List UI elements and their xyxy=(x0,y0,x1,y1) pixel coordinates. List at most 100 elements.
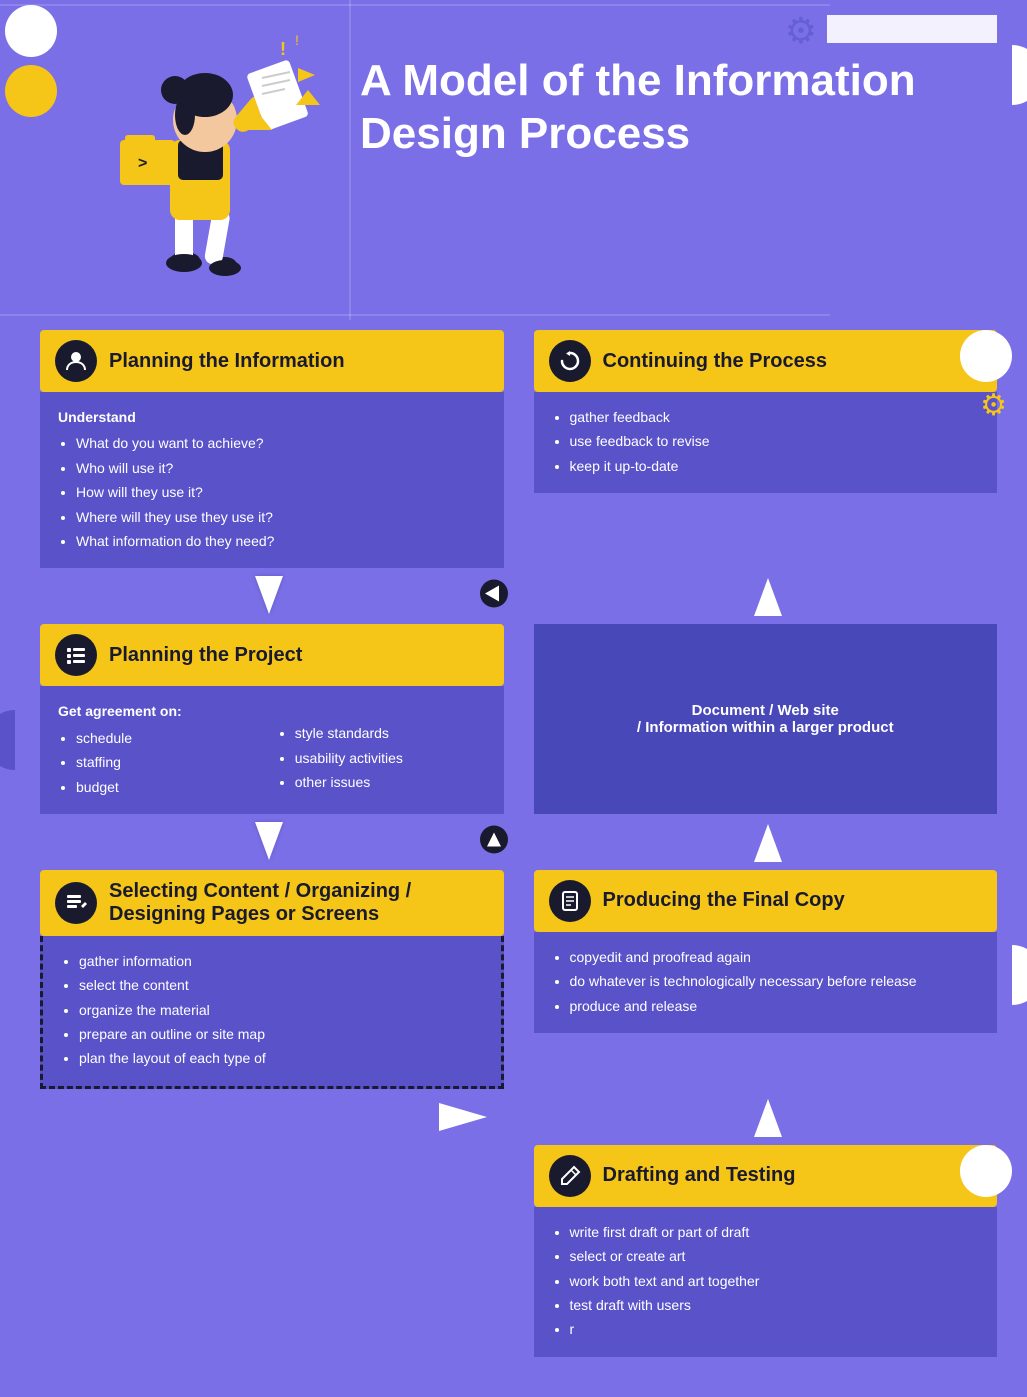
hero-illustration: > ! ! xyxy=(30,10,320,300)
deco-half-circle-right-bottom xyxy=(1012,945,1027,1005)
list-item: write first draft or part of draft xyxy=(570,1221,980,1243)
planning-project-title: Planning the Project xyxy=(109,644,302,667)
list-item: select or create art xyxy=(570,1245,980,1267)
producing-section: Producing the Final Copy copyedit and pr… xyxy=(534,870,998,1089)
continuing-list: gather feedback use feedback to revise k… xyxy=(570,406,980,477)
arrow-up-2 xyxy=(539,814,998,870)
project-col2: style standards usability activities oth… xyxy=(277,700,486,800)
planning-project-two-col: Get agreement on: schedule staffing budg… xyxy=(58,700,486,800)
list-item: produce and release xyxy=(570,995,980,1017)
drafting-section: Drafting and Testing write first draft o… xyxy=(534,1145,998,1357)
drafting-body: write first draft or part of draft selec… xyxy=(534,1207,998,1357)
list-item: r xyxy=(570,1318,980,1340)
row-3: Selecting Content / Organizing / Designi… xyxy=(40,870,997,1089)
arrow-up-3 xyxy=(539,1089,998,1145)
document-box: Document / Web site / Information within… xyxy=(534,624,998,814)
list-item: select the content xyxy=(79,974,483,996)
connector-row-3 xyxy=(40,1089,997,1145)
arrow-down-2 xyxy=(40,814,499,870)
svg-text:!: ! xyxy=(280,39,286,59)
planning-project-section: Planning the Project Get agreement on: s… xyxy=(40,624,504,814)
list-item: other issues xyxy=(295,771,486,793)
hero-title: A Model of the Information Design Proces… xyxy=(360,55,1027,161)
arrow-right-1 xyxy=(40,1089,499,1145)
drafting-header: Drafting and Testing xyxy=(534,1145,998,1207)
document-box-text: Document / Web site / Information within… xyxy=(637,702,894,736)
list-item: staffing xyxy=(76,751,267,773)
understand-label: Understand xyxy=(58,406,486,428)
continuing-body: gather feedback use feedback to revise k… xyxy=(534,392,998,493)
deco-half-circle-left xyxy=(0,710,15,770)
left-empty-4 xyxy=(40,1145,504,1357)
svg-text:>: > xyxy=(138,155,147,172)
drafting-title: Drafting and Testing xyxy=(603,1164,796,1187)
get-agreement-label: Get agreement on: xyxy=(58,700,267,722)
list-item: copyedit and proofread again xyxy=(570,946,980,968)
continuing-section: ⚙ Continuing the Process gather feedback… xyxy=(534,330,998,568)
dashed-mid-2 xyxy=(499,814,539,870)
list-item: gather feedback xyxy=(570,406,980,428)
planning-info-section: Planning the Information Understand What… xyxy=(40,330,504,568)
refresh-icon xyxy=(549,340,591,382)
list-item: What do you want to achieve? xyxy=(76,432,486,454)
person-icon xyxy=(55,340,97,382)
connector-mid-3 xyxy=(499,1089,539,1145)
list-item: What information do they need? xyxy=(76,530,486,552)
list-item: budget xyxy=(76,776,267,798)
list-item: test draft with users xyxy=(570,1294,980,1316)
connector-row-2 xyxy=(40,814,997,870)
planning-info-title: Planning the Information xyxy=(109,350,345,373)
gear-icon-top: ⚙ xyxy=(785,10,817,52)
deco-circle-white-continuing xyxy=(960,330,1012,382)
list-item: gather information xyxy=(79,950,483,972)
arrow-down-1 xyxy=(40,568,499,624)
producing-list: copyedit and proofread again do whatever… xyxy=(570,946,980,1017)
dashed-mid-1 xyxy=(499,568,539,624)
selecting-body: gather information select the content or… xyxy=(40,936,504,1089)
list-item: usability activities xyxy=(295,747,486,769)
svg-text:!: ! xyxy=(295,32,299,48)
planning-project-body: Get agreement on: schedule staffing budg… xyxy=(40,686,504,814)
deco-white-bar xyxy=(827,15,997,43)
project-list-1: schedule staffing budget xyxy=(76,727,267,798)
producing-title: Producing the Final Copy xyxy=(603,889,845,912)
document-box-section: Document / Web site / Information within… xyxy=(534,624,998,814)
continuing-header: Continuing the Process xyxy=(534,330,998,392)
list-item: use feedback to revise xyxy=(570,430,980,452)
list-item: keep it up-to-date xyxy=(570,455,980,477)
list-item: style standards xyxy=(295,722,486,744)
producing-header: Producing the Final Copy xyxy=(534,870,998,932)
main-content: Planning the Information Understand What… xyxy=(0,320,1027,1397)
selecting-title: Selecting Content / Organizing / Designi… xyxy=(109,880,489,926)
planning-info-list: What do you want to achieve? Who will us… xyxy=(76,432,486,552)
deco-circle-white-drafting xyxy=(960,1145,1012,1197)
list-item: Where will they use they use it? xyxy=(76,506,486,528)
selecting-header: Selecting Content / Organizing / Designi… xyxy=(40,870,504,936)
list-item: work both text and art together xyxy=(570,1270,980,1292)
list-icon xyxy=(55,634,97,676)
drafting-list: write first draft or part of draft selec… xyxy=(570,1221,980,1341)
list-item: plan the layout of each type of xyxy=(79,1047,483,1069)
list-item: Who will use it? xyxy=(76,457,486,479)
list-item: How will they use it? xyxy=(76,481,486,503)
list-item: organize the material xyxy=(79,999,483,1021)
planning-info-header: Planning the Information xyxy=(40,330,504,392)
connector-row-1 xyxy=(40,568,997,624)
gear-icon-continuing: ⚙ xyxy=(980,388,1007,423)
list-item: schedule xyxy=(76,727,267,749)
continuing-title: Continuing the Process xyxy=(603,350,827,373)
project-col1: Get agreement on: schedule staffing budg… xyxy=(58,700,267,800)
edit-list-icon xyxy=(55,882,97,924)
row-4: Drafting and Testing write first draft o… xyxy=(40,1145,997,1357)
row-2: Planning the Project Get agreement on: s… xyxy=(40,624,997,814)
list-item: do whatever is technologically necessary… xyxy=(570,970,980,992)
document-icon xyxy=(549,880,591,922)
planning-project-header: Planning the Project xyxy=(40,624,504,686)
selecting-section: Selecting Content / Organizing / Designi… xyxy=(40,870,504,1089)
row-1: Planning the Information Understand What… xyxy=(40,330,997,568)
project-list-2: style standards usability activities oth… xyxy=(295,722,486,793)
arrow-up-1 xyxy=(539,568,998,624)
deco-half-circle-right xyxy=(1012,45,1027,105)
pencil-icon xyxy=(549,1155,591,1197)
selecting-list: gather information select the content or… xyxy=(79,950,483,1070)
